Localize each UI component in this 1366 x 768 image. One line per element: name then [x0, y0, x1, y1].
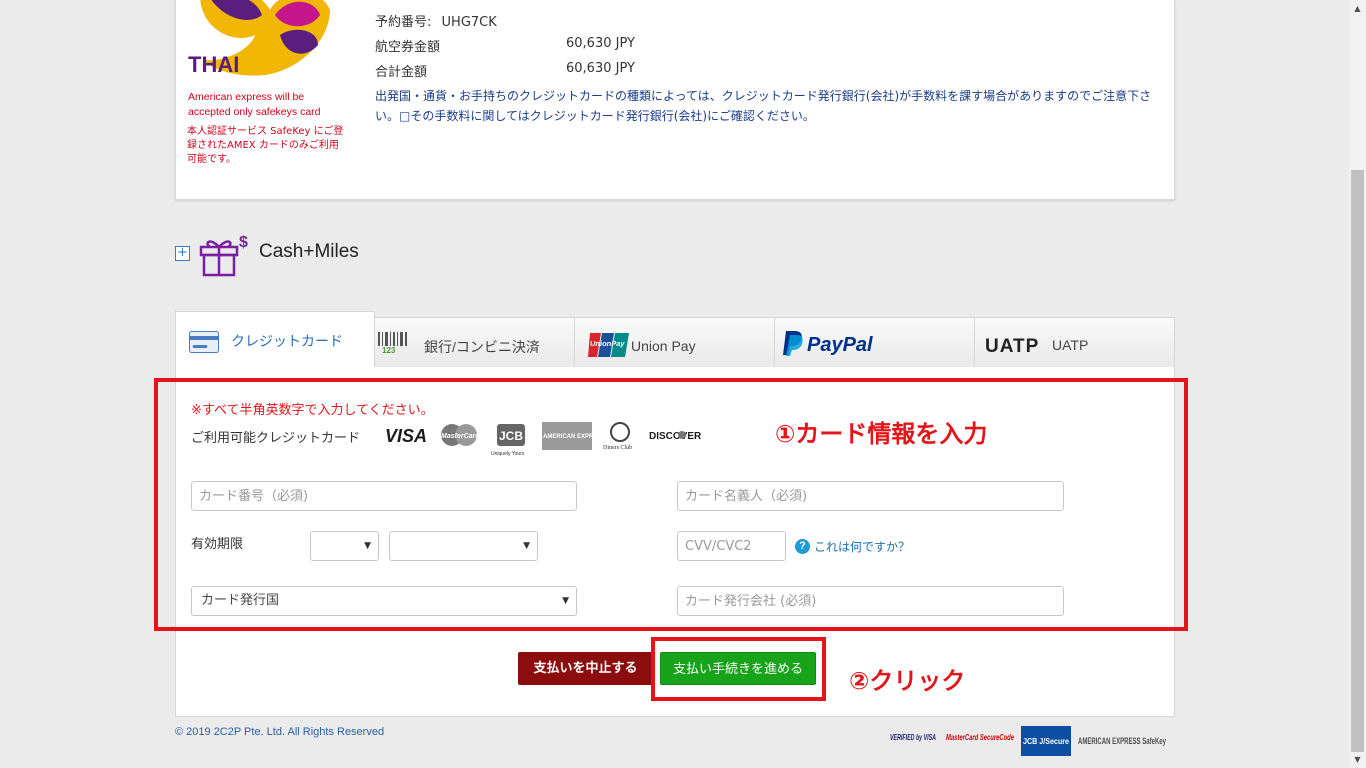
copyright-text: © 2019 2C2P Pte. Ltd. All Rights Reserve… — [175, 726, 385, 738]
jcb-logo: JCB Uniquely Yours — [491, 424, 525, 457]
step1-annotation: ①カード情報を入力 — [775, 420, 988, 448]
cash-miles-label[interactable]: Cash+Miles — [259, 241, 359, 263]
total-row: 合計金額 60,630 JPY — [375, 61, 635, 80]
verified-by-visa-text: VERIFIED by VISA — [890, 733, 936, 742]
uatp-logo: UATP — [985, 336, 1040, 357]
barcode-icon: 123 — [378, 332, 407, 354]
amex-logo: AMERICAN EXPRESS — [542, 422, 605, 450]
scroll-up-arrow-icon[interactable]: ▲ — [1349, 0, 1366, 17]
expiry-year-select[interactable]: ▼ — [389, 531, 538, 561]
visa-logo: VISA — [385, 426, 427, 446]
paypal-logo-text: PayPal — [807, 334, 873, 356]
cancel-payment-button[interactable]: 支払いを中止する — [518, 652, 653, 685]
cvv-input[interactable] — [677, 531, 786, 561]
unionpay-logo-text: UnionPay — [590, 339, 625, 348]
expiry-label: 有効期限 — [191, 537, 244, 552]
halfwidth-warning: ※すべて半角英数字で入力してください。 — [191, 403, 434, 418]
tab-credit-card[interactable]: クレジットカード — [175, 311, 375, 368]
verified-by-visa-logo: VERIFIED by VISA — [890, 733, 936, 742]
safekey-note: 本人認証サービス SafeKey にご登録されたAMEX カードのみご利用可能で… — [187, 126, 344, 165]
tab-uatp-label: UATP — [1052, 337, 1089, 353]
jcb-jsecure-logo: JCB J/Secure — [1021, 726, 1071, 756]
diners-logo: Diners Club — [603, 422, 632, 451]
reservation-row: 予約番号: UHG7CK — [375, 11, 497, 30]
chevron-down-icon: ▼ — [364, 541, 371, 551]
diners-logo-text: Diners Club — [603, 445, 632, 451]
total-label: 合計金額 — [375, 65, 428, 80]
issuing-country-value: カード発行国 — [201, 593, 280, 608]
discover-logo-text: DISCOVER — [649, 431, 702, 442]
chevron-down-icon: ▼ — [562, 596, 569, 606]
secure-logos: VERIFIED by VISA MasterCard SecureCode J… — [890, 726, 1166, 756]
amex-logo-text: AMERICAN EXPRESS — [543, 434, 605, 440]
fare-row: 航空券金額 60,630 JPY — [375, 36, 635, 55]
mastercard-securecode-logo: MasterCard SecureCode — [946, 733, 1014, 742]
jcb-jsecure-text: JCB J/Secure — [1023, 737, 1069, 746]
fare-value: 60,630 JPY — [566, 36, 635, 51]
fee-note: 出発国・通貨・お手持ちのクレジットカードの種類によっては、クレジットカード発行銀… — [375, 89, 1152, 123]
proceed-payment-button[interactable]: 支払い手続きを進める — [660, 652, 816, 685]
tab-union-pay-label: Union Pay — [631, 338, 696, 354]
help-icon[interactable]: ? — [795, 539, 810, 554]
thai-airways-logo: THAI — [188, 0, 330, 77]
total-value: 60,630 JPY — [566, 61, 635, 76]
card-number-input[interactable] — [191, 481, 577, 511]
amex-safekey-logo: AMERICAN EXPRESS SafeKey — [1078, 736, 1166, 746]
chevron-down-icon: ▼ — [523, 541, 530, 551]
issuing-country-select[interactable]: カード発行国 ▼ — [191, 586, 577, 616]
tab-credit-card-label: クレジットカード — [231, 333, 343, 349]
svg-text:123: 123 — [382, 346, 396, 354]
cash-miles-expand-icon[interactable]: + — [175, 246, 190, 261]
jcb-logo-text: JCB — [499, 429, 523, 443]
mastercard-securecode-text: MasterCard SecureCode — [946, 733, 1014, 742]
card-holder-input[interactable] — [677, 481, 1064, 511]
page-scrollbar[interactable]: ▲ ▼ — [1349, 0, 1366, 768]
svg-text:$: $ — [239, 234, 248, 251]
tab-union-pay[interactable]: UnionPay Union Pay — [575, 317, 775, 368]
mastercard-logo: MasterCard — [441, 424, 480, 446]
amex-safekey-text: AMERICAN EXPRESS SafeKey — [1078, 736, 1166, 746]
booking-summary-card: THAI American express will be accepted o… — [175, 0, 1175, 200]
accepted-card-logos: VISA MasterCard JCB Uniquely Yours AMERI… — [385, 422, 702, 457]
tab-paypal[interactable]: PayPal — [775, 317, 975, 368]
paypal-logo: PayPal — [783, 331, 873, 356]
fare-label: 航空券金額 — [375, 40, 441, 55]
accepted-cards-label: ご利用可能クレジットカード — [191, 431, 361, 446]
svg-text:Uniquely Yours: Uniquely Yours — [491, 451, 525, 457]
discover-logo: DISCOVER — [649, 431, 702, 442]
tab-bank-convenience-label: 銀行/コンビニ決済 — [424, 339, 540, 355]
reservation-label: 予約番号: — [375, 15, 432, 30]
unionpay-logo: UnionPay — [588, 333, 629, 357]
visa-logo-text: VISA — [385, 426, 427, 446]
payment-method-tabs: クレジットカード 123 銀行/コンビニ決済 UnionPay Union Pa… — [175, 311, 1175, 368]
gift-icon: $ — [199, 234, 248, 277]
scroll-down-arrow-icon[interactable]: ▼ — [1349, 751, 1366, 768]
credit-card-icon — [189, 331, 219, 353]
step2-annotation: ②クリック — [849, 667, 966, 695]
amex-note: American express will be accepted only s… — [188, 91, 321, 118]
scroll-thumb[interactable] — [1351, 170, 1364, 752]
thai-logo-text: THAI — [188, 52, 239, 77]
expiry-month-select[interactable]: ▼ — [310, 531, 379, 561]
reservation-value: UHG7CK — [441, 15, 497, 30]
tab-uatp[interactable]: UATP UATP — [975, 317, 1175, 368]
card-issuer-input[interactable] — [677, 586, 1064, 616]
cvv-help-link[interactable]: これは何ですか？ — [814, 538, 910, 555]
tab-bank-convenience[interactable]: 123 銀行/コンビニ決済 — [375, 317, 575, 368]
mastercard-logo-text: MasterCard — [441, 433, 480, 440]
